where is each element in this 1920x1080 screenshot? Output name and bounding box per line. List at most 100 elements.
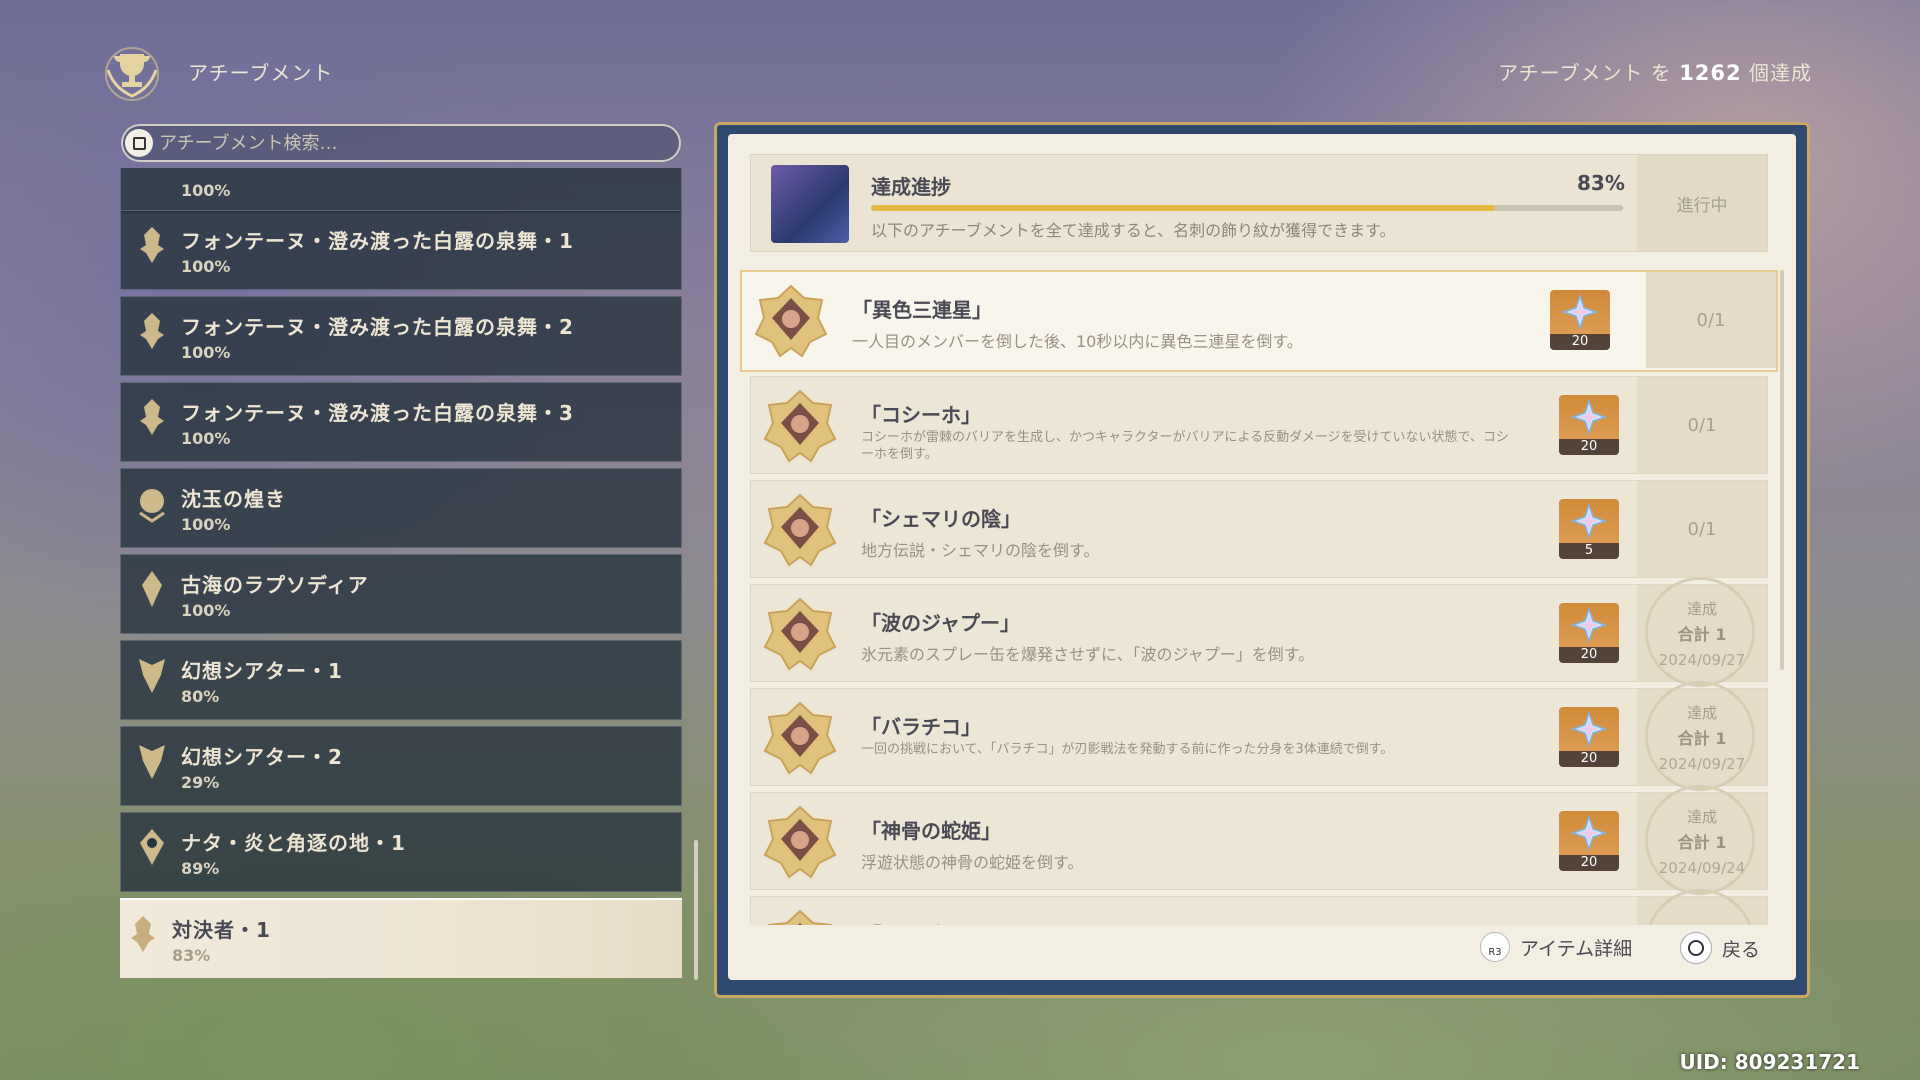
achievement-badge-icon: [754, 284, 828, 358]
category-percent: 29%: [181, 773, 220, 792]
category-emblem-icon: [140, 829, 164, 865]
back-label: 戻る: [1722, 938, 1761, 961]
category-percent: 80%: [181, 687, 220, 706]
category-scrollbar[interactable]: [694, 840, 698, 980]
category-item[interactable]: ナタ・炎と角逐の地・1 89%: [120, 812, 682, 892]
achievement-name: 「波のジャプー」: [861, 611, 1020, 635]
achievement-description: コシーホが雷棘のバリアを生成し、かつキャラクターがバリアによる反動ダメージを受け…: [861, 430, 1509, 462]
status-date: 2024/09/24: [1658, 858, 1746, 877]
category-percent: 83%: [172, 946, 211, 965]
primogem-icon: [1571, 503, 1607, 539]
achievement-status: 達成合計 1 2024/09/24: [1637, 785, 1767, 895]
item-detail-button[interactable]: R3 アイテム詳細: [1480, 932, 1632, 962]
primogem-reward: 5: [1559, 499, 1619, 559]
status-date: 2024/09/27: [1658, 754, 1746, 773]
primogem-icon: [1571, 607, 1607, 643]
achievement-status: 0/1: [1637, 481, 1767, 577]
reward-quantity: 20: [1559, 751, 1619, 767]
category-percent: 100%: [181, 257, 231, 276]
r3-button-icon: R3: [1480, 932, 1510, 962]
primogem-reward: 20: [1559, 395, 1619, 455]
achievement-name: 「バラチコ」: [861, 715, 981, 739]
namecard-icon: [771, 165, 849, 243]
progress-title: 達成進捗: [871, 175, 951, 199]
achievement-list[interactable]: 「異色三連星」 一人目のメンバーを倒した後、10秒以内に異色三連星を倒す。 20 0/…: [740, 270, 1780, 925]
category-item[interactable]: 古海のラプソディア 100%: [120, 554, 682, 634]
category-emblem-icon: [139, 489, 165, 523]
reward-quantity: 20: [1559, 855, 1619, 871]
achievement-row[interactable]: 「異色三連星」 一人目のメンバーを倒した後、10秒以内に異色三連星を倒す。 20 0/…: [740, 270, 1778, 372]
achievement-row[interactable]: 「アンデッド」: [750, 889, 1768, 925]
achievement-name: 「アンデッド」: [861, 919, 1000, 925]
achievement-status: 0/1: [1637, 377, 1767, 473]
achievement-name: 「神骨の蛇姫」: [861, 819, 1001, 843]
category-item[interactable]: フォンテーヌ・澄み渡った白露の泉舞・3 100%: [120, 382, 682, 462]
category-percent: 100%: [181, 429, 231, 448]
category-item[interactable]: 幻想シアター・1 80%: [120, 640, 682, 720]
category-name: 沈玉の煌き: [181, 487, 286, 511]
primogem-reward: 20: [1559, 811, 1619, 871]
achievement-badge-icon: [763, 805, 837, 879]
search-input[interactable]: [159, 132, 659, 154]
item-detail-label: アイテム詳細: [1520, 937, 1633, 960]
category-percent: 100%: [181, 181, 231, 200]
circle-button-icon: [1680, 932, 1712, 964]
search-bar[interactable]: [121, 124, 681, 162]
achievement-badge-icon: [763, 389, 837, 463]
progress-percent: 83%: [1577, 171, 1625, 195]
achievement-row[interactable]: 「バラチコ」 一回の挑戦において、「バラチコ」が刃影戦法を発動する前に作った分身を…: [750, 681, 1768, 791]
achievement-description: 地方伝説・シェマリの陰を倒す。: [861, 541, 1100, 560]
reward-quantity: 20: [1559, 647, 1619, 663]
achievement-status: 達成合計 1 2024/09/27: [1637, 681, 1767, 791]
category-list[interactable]: 100% フォンテーヌ・澄み渡った白露の泉舞・1 100% フォンテーヌ・澄み渡…: [120, 168, 682, 978]
achievement-scrollbar[interactable]: [1780, 270, 1784, 670]
category-item[interactable]: 100%: [120, 168, 682, 214]
status-label: 達成: [1686, 599, 1717, 618]
achievement-count: アチーブメント を 1262 個達成: [1498, 61, 1812, 85]
achievement-row[interactable]: 「シェマリの陰」 地方伝説・シェマリの陰を倒す。 5 0/1: [750, 480, 1768, 578]
category-percent: 100%: [181, 343, 231, 362]
category-name: ナタ・炎と角逐の地・1: [181, 831, 406, 855]
category-item[interactable]: 沈玉の煌き 100%: [120, 468, 682, 548]
status-total: 合計 1: [1677, 624, 1727, 644]
category-emblem-icon: [142, 571, 162, 607]
progress-bar-fill: [871, 205, 1496, 211]
uid-label: UID: 809231721: [1679, 1050, 1861, 1074]
category-item[interactable]: フォンテーヌ・澄み渡った白露の泉舞・1 100%: [120, 210, 682, 290]
primogem-icon: [1562, 294, 1598, 330]
category-name: 対決者・1: [172, 918, 271, 942]
primogem-reward: 20: [1559, 707, 1619, 767]
category-item[interactable]: フォンテーヌ・澄み渡った白露の泉舞・2 100%: [120, 296, 682, 376]
primogem-icon: [1571, 399, 1607, 435]
achievement-badge-icon: [767, 909, 833, 925]
status-label: 達成: [1686, 807, 1717, 826]
back-button[interactable]: 戻る: [1680, 932, 1760, 964]
achievement-row[interactable]: 「波のジャプー」氷元素のスプレー缶を爆発させずに、「波のジャプー」を倒す。 20 達…: [750, 577, 1768, 687]
achievement-status: 達成 合計 1 2024/09/27: [1637, 577, 1767, 687]
category-percent: 89%: [181, 859, 220, 878]
category-item-selected[interactable]: 対決者・1 83%: [120, 898, 682, 978]
status-label: 達成: [1686, 703, 1717, 722]
achievement-description: 氷元素のスプレー缶を爆発させずに、「波のジャプー」を倒す。: [861, 645, 1315, 664]
achievement-status: 0/1: [1646, 272, 1776, 368]
category-emblem-icon: [139, 659, 165, 693]
progress-bar: [871, 205, 1623, 211]
category-emblem-icon: [140, 399, 164, 435]
category-item[interactable]: 幻想シアター・2 29%: [120, 726, 682, 806]
primogem-icon: [1571, 815, 1607, 851]
progress-description: 以下のアチーブメントを全て達成すると、名刺の飾り紋が獲得できます。: [871, 221, 1396, 240]
achievement-row[interactable]: 「神骨の蛇姫」浮遊状態の神骨の蛇姫を倒す。 20 達成合計 1 2024/09/24: [750, 785, 1768, 895]
progress-status: 進行中: [1637, 155, 1767, 251]
achievement-name: 「コシーホ」: [861, 403, 981, 427]
category-percent: 100%: [181, 515, 231, 534]
achievement-row[interactable]: 「コシーホ」コシーホが雷棘のバリアを生成し、かつキャラクターがバリアによる反動ダ…: [750, 376, 1768, 474]
status-total: 合計 1: [1677, 728, 1727, 748]
achievement-status: [1637, 889, 1767, 925]
category-name: フォンテーヌ・澄み渡った白露の泉舞・3: [181, 401, 574, 425]
category-name: 幻想シアター・1: [181, 659, 343, 683]
category-emblem-icon: [140, 313, 164, 349]
achievement-description: 浮遊状態の神骨の蛇姫を倒す。: [861, 853, 1084, 872]
page-title: アチーブメント: [188, 61, 334, 85]
status-total: 合計 1: [1677, 832, 1727, 852]
completion-seal: [1645, 889, 1755, 925]
